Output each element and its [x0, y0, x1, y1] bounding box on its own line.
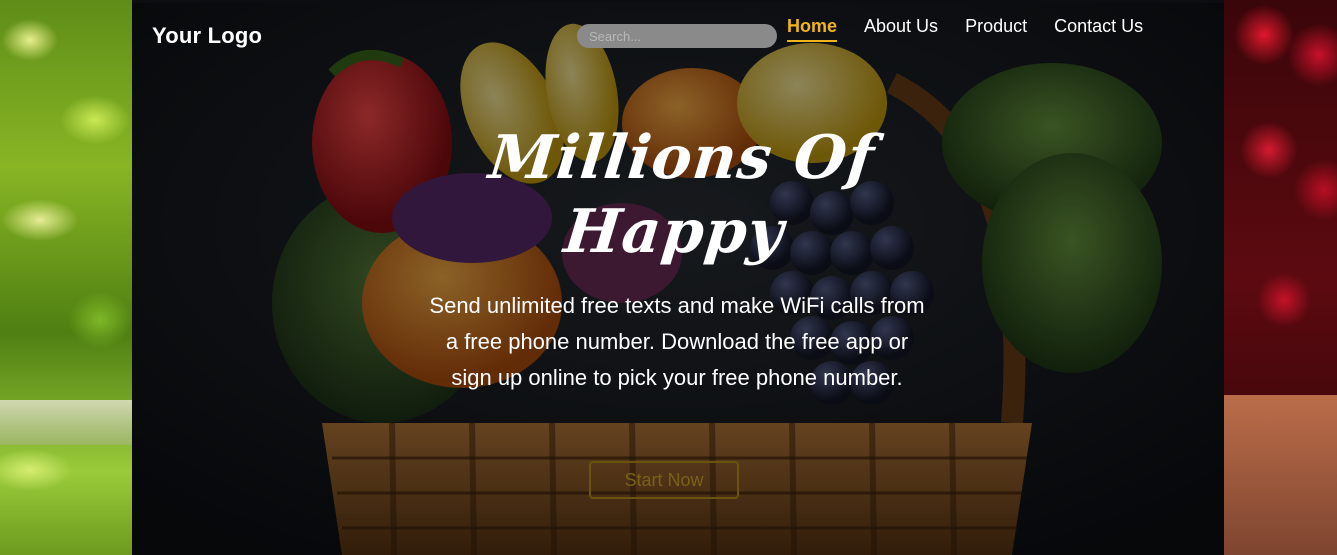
- hero-section: Your Logo Home About Us Product Contact …: [132, 3, 1224, 555]
- nav-link-contact-us[interactable]: Contact Us: [1054, 16, 1143, 42]
- main-nav: Home About Us Product Contact Us: [787, 16, 1170, 42]
- radish-background-image: [1224, 0, 1337, 555]
- lettuce-background-image: [0, 0, 132, 555]
- start-now-button[interactable]: Start Now: [589, 461, 739, 499]
- hero-tagline: Send unlimited free texts and make WiFi …: [429, 293, 925, 390]
- hero-headline-line-1: Millions Of: [485, 123, 879, 193]
- site-logo[interactable]: Your Logo: [152, 23, 262, 49]
- nav-link-home[interactable]: Home: [787, 16, 838, 42]
- hero-headline: Millions Of Happy: [132, 121, 1224, 269]
- hero-headline-line-2: Happy: [560, 197, 788, 267]
- nav-link-product[interactable]: Product: [965, 16, 1027, 42]
- nav-link-about-us[interactable]: About Us: [864, 16, 938, 42]
- search-input[interactable]: [577, 24, 777, 48]
